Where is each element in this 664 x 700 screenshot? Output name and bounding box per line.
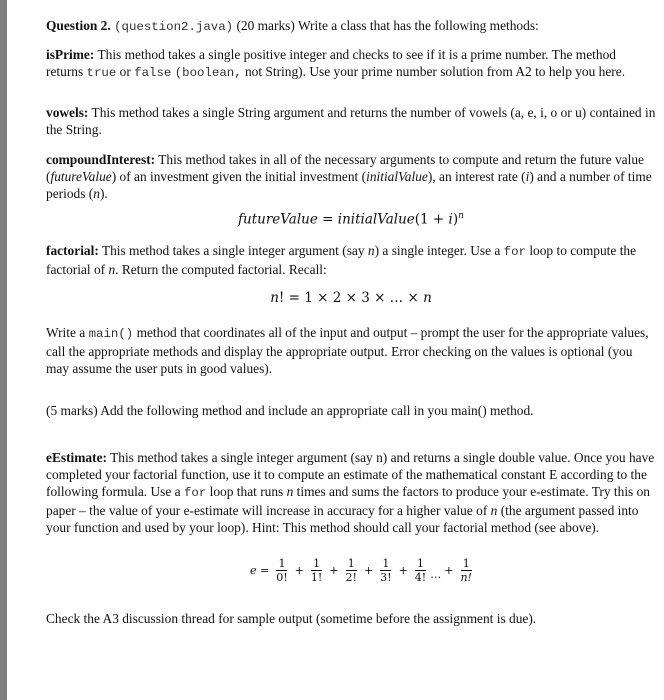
plus-sign: + [363,564,374,577]
isprime-paragraph: isPrime: This method takes a single posi… [46,46,656,82]
fv-eq: = [317,211,338,228]
footer-paragraph: Check the A3 discussion thread for sampl… [46,610,656,627]
e-lhs: e = [250,564,270,577]
e-term-num: 1 [276,557,288,571]
future-value-formula: futureValue = initialValue(1 + i)n [46,208,656,229]
ff-rest: ! = 1 × 2 × 3 × … × [278,290,424,306]
e-term-4: 1 4! [413,557,428,584]
compound-interest-name: compoundInterest: [46,152,156,167]
fv-lhs: futureValue [238,211,318,228]
ci-text-2: ) of an investment given the initial inv… [111,169,367,184]
vowels-name: vowels: [46,105,89,120]
e-term-1: 1 1! [309,557,324,584]
main-text-1: Write a [46,325,89,340]
e-term-num: 1 [345,557,357,571]
plus-sign: + [398,564,408,577]
fv-rhs: initialValue [337,211,415,228]
e-term-den: 3! [380,571,392,584]
question-file: (question2.java) [114,20,234,34]
plus-sign: + [444,564,454,577]
ff-n: n [423,290,432,306]
fact-var-n: n [367,243,375,258]
vowels-paragraph: vowels: This method takes a single Strin… [46,104,656,138]
bonus-paragraph: (5 marks) Add the following method and i… [46,402,656,419]
e-term-0: 1 0! [274,557,289,584]
code-main: main() [88,327,134,341]
code-true: true [86,66,117,80]
e-term-den: 0! [276,571,288,584]
isprime-or: or [116,64,135,79]
bonus-text: (5 marks) Add the following method and i… [46,403,534,418]
question-intro: Write a class that has the following met… [297,18,539,33]
ci-text-5: ). [99,186,108,201]
code-for: for [503,245,526,259]
e-term-3: 1 3! [378,557,393,584]
eestimate-paragraph: eEstimate: This method takes a single in… [46,449,656,536]
isprime-name: isPrime: [46,47,95,62]
e-term-num: 1 [460,557,472,571]
e-term-den: 2! [345,571,357,584]
e-term-den: 1! [310,571,323,584]
var-future-value: futureValue [50,169,112,184]
code-false: false [134,66,172,80]
left-margin-bar [0,0,7,700]
compound-interest-paragraph: compoundInterest: This method takes in a… [46,151,656,202]
main-text-2: method that coordinates all of the input… [46,325,649,376]
ee-text-2: loop that runs [206,484,287,499]
fact-text-2: ) a single integer. Use a [374,243,504,258]
eestimate-name: eEstimate: [46,450,107,465]
var-n: n [93,186,100,201]
e-term-den: n! [460,571,472,584]
var-initial-value: initialValue [366,169,428,184]
fv-exponent: n [458,211,464,221]
question-label: Question 2. [46,18,111,33]
plus-sign: + [329,564,339,577]
fv-paren: (1 + [414,211,449,228]
e-term-den: 4! [414,571,427,584]
fact-text-1: This method takes a single integer argum… [98,243,368,258]
e-term-num: 1 [311,557,323,571]
fact-text-4: . Return the computed factorial. Recall: [115,262,327,277]
code-boolean: (boolean, [174,66,242,80]
e-term-num: 1 [380,557,392,571]
isprime-text-2: not String). Use your prime number solut… [241,64,626,79]
e-term-num: 1 [415,557,426,571]
e-term-n: 1 n! [458,557,474,584]
question-marks: (20 marks) [236,18,295,33]
factorial-name: factorial: [46,243,99,258]
vowels-text: This method takes a single String argume… [46,105,656,137]
main-method-paragraph: Write a main() method that coordinates a… [46,324,656,377]
factorial-paragraph: factorial: This method takes a single in… [46,242,656,278]
factorial-formula: n! = 1 × 2 × 3 × … × n [46,290,656,307]
e-term-2: 1 2! [344,557,359,584]
ee-code-for: for [183,486,207,500]
plus-sign: + [294,564,304,577]
question-heading: Question 2. (question2.java) (20 marks) … [46,17,656,36]
ellipsis: … [430,568,442,581]
ff-lhs: n [270,290,279,306]
ci-text-3: ), an interest rate ( [427,169,526,184]
e-estimate-formula: e = 1 0! + 1 1! + 1 2! + 1 3! + 1 4! … + 1 n! [250,557,476,584]
footer-text: Check the A3 discussion thread for sampl… [46,611,537,626]
